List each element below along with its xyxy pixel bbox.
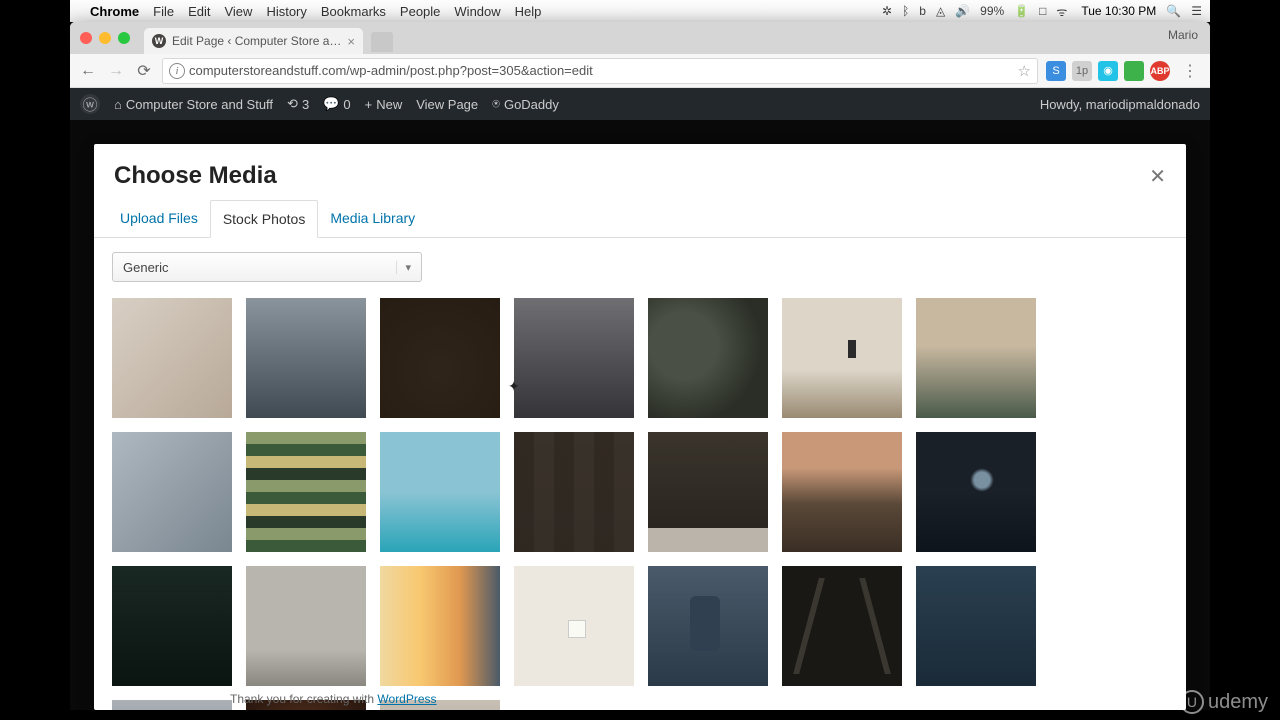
udemy-text: udemy [1208,691,1268,714]
menu-edit[interactable]: Edit [188,4,210,19]
spotlight-icon[interactable]: 🔍 [1166,4,1181,18]
modal-title: Choose Media [114,162,277,190]
new-tab-button[interactable] [371,32,393,52]
wp-site-link[interactable]: ⌂Computer Store and Stuff [114,97,273,112]
stock-photo-grid [112,298,1168,710]
battery-percent[interactable]: 99% [980,4,1004,18]
stock-photo-thumb[interactable] [916,432,1036,552]
stock-photo-thumb[interactable] [514,432,634,552]
url-text: computerstoreandstuff.com/wp-admin/post.… [189,63,593,78]
extension-icon-1[interactable]: S [1046,61,1066,81]
chrome-profile[interactable]: Mario [1168,28,1198,42]
stock-photo-thumb[interactable] [782,298,902,418]
close-icon[interactable]: ✕ [1149,164,1166,189]
wp-admin-bar: ⓦ ⌂Computer Store and Stuff ⟲3 💬0 +New V… [70,88,1210,120]
dropdown-value: Generic [123,260,169,275]
wp-new[interactable]: +New [365,97,403,112]
wp-comments[interactable]: 💬0 [323,96,350,112]
window-minimize[interactable] [99,32,111,44]
address-bar[interactable]: i computerstoreandstuff.com/wp-admin/pos… [162,58,1038,84]
browser-window: W Edit Page ‹ Computer Store a… × Mario … [70,22,1210,710]
brightness-icon[interactable]: ✲ [882,4,892,18]
wifi-icon[interactable]: ᯤ [1056,3,1067,20]
stock-photo-thumb[interactable] [380,566,500,686]
menu-window[interactable]: Window [454,4,500,19]
menu-history[interactable]: History [266,4,306,19]
extension-icon-3[interactable]: ◉ [1098,61,1118,81]
modal-header: Choose Media ✕ [94,144,1186,200]
wp-howdy[interactable]: Howdy, mariodipmaldonado [1040,97,1200,112]
wp-view-page[interactable]: View Page [416,97,478,112]
bookmark-star-icon[interactable]: ☆ [1018,62,1031,80]
stock-photo-thumb[interactable] [648,298,768,418]
back-button[interactable]: ← [78,62,98,80]
stock-photo-thumb[interactable] [246,566,366,686]
window-controls [80,32,130,44]
clock[interactable]: Tue 10:30 PM [1081,4,1156,18]
tv-icon[interactable]: □ [1039,4,1046,18]
stock-photo-thumb[interactable] [112,298,232,418]
wordpress-link[interactable]: WordPress [377,692,436,706]
extension-icon-2[interactable]: 1p [1072,61,1092,81]
tab-close-icon[interactable]: × [347,34,355,49]
stock-photo-thumb[interactable] [112,700,232,710]
stock-photo-thumb[interactable] [514,566,634,686]
stock-photo-thumb[interactable] [380,298,500,418]
wordpress-logo-icon[interactable]: ⓦ [80,94,100,114]
stock-photo-thumb[interactable] [916,298,1036,418]
menu-bookmarks[interactable]: Bookmarks [321,4,386,19]
stock-photo-thumb[interactable] [648,566,768,686]
site-info-icon[interactable]: i [169,63,185,79]
modal-body: Generic [94,238,1186,710]
wordpress-favicon: W [152,34,166,48]
window-zoom[interactable] [118,32,130,44]
modal-tabs: Upload Files Stock Photos Media Library [94,200,1186,238]
app-icon-b[interactable]: b [919,4,926,18]
stock-photo-thumb[interactable] [514,298,634,418]
extension-icon-4[interactable] [1124,61,1144,81]
tab-stock-photos[interactable]: Stock Photos [210,200,319,238]
menu-view[interactable]: View [224,4,252,19]
menu-icon[interactable]: ☰ [1191,4,1202,18]
wp-godaddy[interactable]: ⍟GoDaddy [492,96,559,112]
battery-icon[interactable]: 🔋 [1014,4,1029,18]
volume-icon[interactable]: 🔊 [955,4,970,18]
window-close[interactable] [80,32,92,44]
adblock-icon[interactable]: ABP [1150,61,1170,81]
forward-button: → [106,62,126,80]
browser-toolbar: ← → ⟳ i computerstoreandstuff.com/wp-adm… [70,54,1210,88]
stock-photo-thumb[interactable] [380,432,500,552]
tab-upload-files[interactable]: Upload Files [108,200,210,237]
udemy-logo-icon: U [1180,690,1204,714]
tab-strip: W Edit Page ‹ Computer Store a… × Mario [70,22,1210,54]
stock-photo-thumb[interactable] [246,298,366,418]
reload-button[interactable]: ⟳ [134,61,154,81]
category-dropdown[interactable]: Generic [112,252,422,282]
bluetooth-icon[interactable]: ᛒ [902,4,909,18]
chrome-menu-icon[interactable]: ⋮ [1178,61,1202,81]
tab-media-library[interactable]: Media Library [318,200,427,237]
app-name[interactable]: Chrome [90,4,139,19]
wp-content: Choose Media ✕ Upload Files Stock Photos… [70,120,1210,710]
browser-tab[interactable]: W Edit Page ‹ Computer Store a… × [144,28,363,54]
stock-photo-thumb[interactable] [112,432,232,552]
stock-photo-thumb[interactable] [782,566,902,686]
wp-footer: Thank you for creating with WordPress [230,692,437,706]
stock-photo-thumb[interactable] [648,432,768,552]
mac-menubar: Chrome File Edit View History Bookmarks … [70,0,1210,22]
tab-title: Edit Page ‹ Computer Store a… [172,34,341,48]
wp-updates[interactable]: ⟲3 [287,96,309,112]
menu-people[interactable]: People [400,4,440,19]
drive-icon[interactable]: ◬ [936,4,945,18]
stock-photo-thumb[interactable] [112,566,232,686]
stock-photo-thumb[interactable] [246,432,366,552]
menu-file[interactable]: File [153,4,174,19]
extension-icons: S 1p ◉ ABP [1046,61,1170,81]
media-modal: Choose Media ✕ Upload Files Stock Photos… [94,144,1186,710]
stock-photo-thumb[interactable] [916,566,1036,686]
stock-photo-thumb[interactable] [782,432,902,552]
udemy-watermark: U udemy [1180,690,1268,714]
menu-help[interactable]: Help [515,4,542,19]
